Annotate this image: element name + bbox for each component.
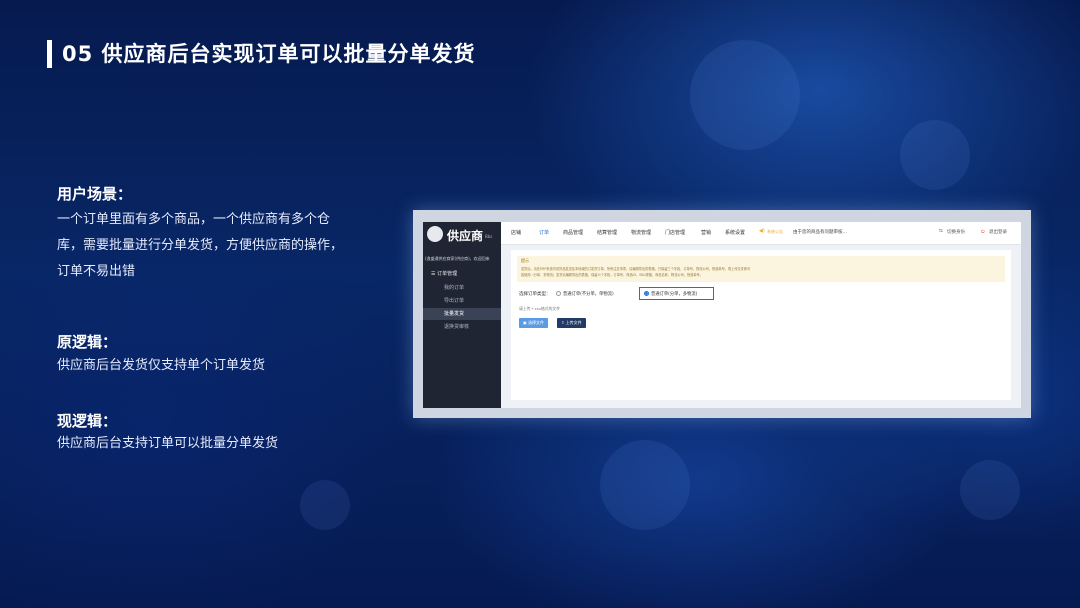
upload-file-button[interactable]: ⇧ 上传文件 [557,318,586,328]
sidebar-item-returns-review[interactable]: 退换货审核 [423,321,501,333]
notice-badge: 系统公告 [767,229,783,234]
switch-identity-link[interactable]: 切换身份 [947,229,965,235]
sidebar-item-export-orders[interactable]: 导出订单 [423,295,501,307]
select-file-label: 选择文件 [528,320,545,325]
nav-store[interactable]: 店铺 [511,229,521,236]
tip-line: 发货后，请在ERP系统内将货品发送至本地城的订发货订单，所有注意事项，请编辑导出… [521,267,751,271]
logo-text: 供应商 [447,229,484,243]
content-panel: 提示 发货后，请在ERP系统内将货品发送至本地城的订发货订单，所有注意事项，请编… [511,250,1011,400]
nav-logistics[interactable]: 物流管理 [631,229,651,236]
tip-line: 若使用（分单、多物流）发货请编辑导出的表格，保留六个字段，订单号，商品ID，SK… [521,273,703,277]
logo-sub: Bbs [485,234,493,239]
section-text-new-logic: 供应商后台支持订单可以批量分单发货 [57,436,279,451]
background-bokeh [900,120,970,190]
sidebar: 供应商 Bbs (逸盛通供应商家(供应商)，欢迎回来 ☰ 订单管理 我的订单 导… [423,222,501,408]
section-text-old-logic: 供应商后台发货仅支持单个订单发货 [57,358,266,373]
nav-orders[interactable]: 订单 [539,229,549,236]
radio-single-order-label: 普通订单(不分单，单物流) [563,292,614,297]
nav-marketing[interactable]: 营销 [701,229,711,236]
screenshot-window: 供应商 Bbs (逸盛通供应商家(供应商)，欢迎回来 ☰ 订单管理 我的订单 导… [423,222,1021,408]
file-format-hint: 请上传 *.csv格式的文件 [519,306,560,311]
order-type-label: 选择订单类型： [519,292,551,297]
section-text-scenario: 一个订单里面有多个商品，一个供应商有多个仓库，需要批量进行分单发货，方便供应商的… [57,212,344,279]
switch-identity-icon: ⇆ [939,229,943,234]
upload-file-label: 上传文件 [565,320,582,325]
sidebar-item-batch-ship[interactable]: 批量发货 [423,308,501,320]
background-bokeh [960,460,1020,520]
sidebar-menu-label: 订单管理 [437,271,458,277]
logout-link[interactable]: 退出登录 [989,229,1007,235]
speaker-icon: ◀) [759,228,765,234]
title-accent-bar [47,40,52,68]
top-navigation: 店铺 订单 商品管理 结算管理 物流管理 门店管理 营销 系统设置 ◀) 系统公… [501,222,1021,245]
radio-split-order[interactable] [644,291,649,296]
sidebar-item-my-orders[interactable]: 我的订单 [423,282,501,294]
tip-box: 提示 发货后，请在ERP系统内将货品发送至本地城的订发货订单，所有注意事项，请编… [517,256,1005,282]
radio-split-order-label: 普通订单(分单，多物流) [651,292,698,297]
select-file-button[interactable]: ▣ 选择文件 [519,318,549,328]
nav-stores[interactable]: 门店管理 [665,229,685,236]
background-bokeh [600,440,690,530]
sidebar-welcome: (逸盛通供应商家(供应商)，欢迎回来 [425,256,490,261]
background-bokeh [300,480,350,530]
logo: 供应商 Bbs [427,226,497,246]
nav-system-settings[interactable]: 系统设置 [725,229,745,236]
supplier-backend-screenshot: 供应商 Bbs (逸盛通供应商家(供应商)，欢迎回来 ☰ 订单管理 我的订单 导… [413,210,1031,418]
power-icon: ⏻ [981,230,985,235]
nav-products[interactable]: 商品管理 [563,229,583,236]
section-title-scenario: 用户场景： [57,185,133,203]
nav-settlement[interactable]: 结算管理 [597,229,617,236]
section-title-old-logic: 原逻辑： [57,333,118,351]
section-title-new-logic: 现逻辑： [57,412,118,430]
notice-text[interactable]: 由于您的商品有问题审核... [793,229,847,235]
logo-icon [427,226,443,242]
tip-title: 提示 [521,258,529,263]
page-title: 05 供应商后台实现订单可以批量分单发货 [62,42,476,66]
sidebar-menu-order-management[interactable]: ☰ 订单管理 [431,270,457,277]
background-bokeh [690,40,800,150]
radio-single-order[interactable] [556,291,561,296]
